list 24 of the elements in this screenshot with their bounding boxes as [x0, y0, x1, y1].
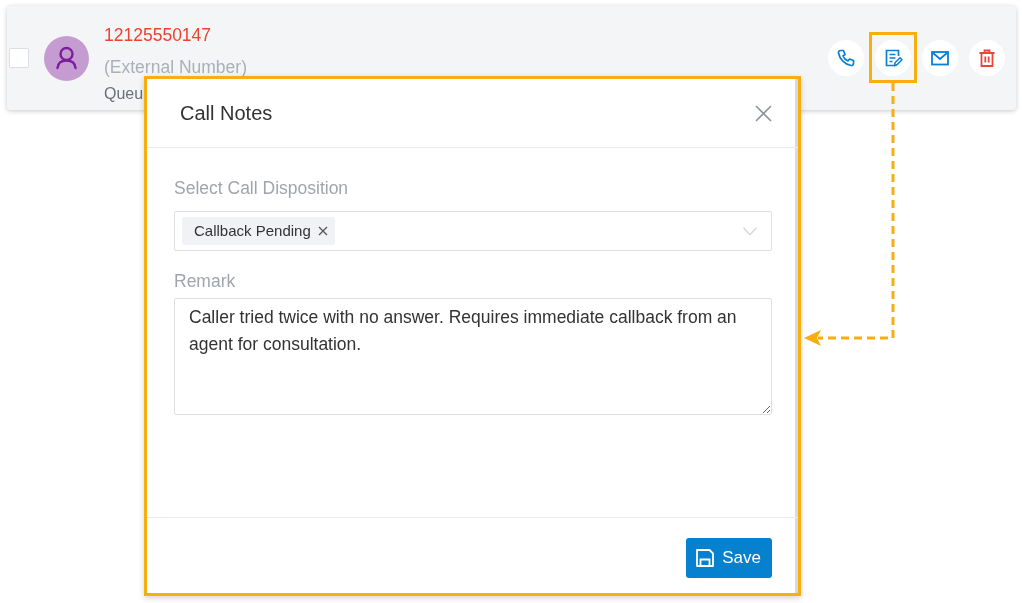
trash-icon: [977, 48, 997, 68]
phone-icon: [836, 48, 856, 68]
remove-icon[interactable]: [317, 226, 328, 236]
notes-button[interactable]: [875, 40, 911, 76]
remark-field[interactable]: Caller tried twice with no answer. Requires immediate callback from an agent for consultation.: [174, 298, 772, 415]
row-checkbox[interactable]: [9, 48, 29, 68]
phone-number: 12125550147: [104, 26, 212, 44]
close-button[interactable]: [755, 104, 772, 122]
dialog-title: Call Notes: [180, 101, 273, 125]
chevron-down-icon: [743, 226, 757, 236]
avatar-icon: [44, 35, 89, 81]
call-button[interactable]: [828, 40, 864, 76]
number-type: (External Number): [104, 58, 247, 76]
close-icon: [755, 104, 772, 122]
save-button[interactable]: Save: [686, 538, 772, 578]
disposition-select[interactable]: Callback Pending: [174, 211, 772, 251]
tag-label: Callback Pending: [194, 220, 311, 241]
email-button[interactable]: [922, 40, 958, 76]
notepad-pencil-icon: [883, 48, 903, 68]
queue-text: Queu: [104, 85, 144, 103]
delete-button[interactable]: [969, 40, 1005, 76]
field-label: Remark: [174, 271, 237, 291]
envelope-icon: [930, 48, 950, 68]
field-label: Select Call Disposition: [174, 178, 350, 198]
